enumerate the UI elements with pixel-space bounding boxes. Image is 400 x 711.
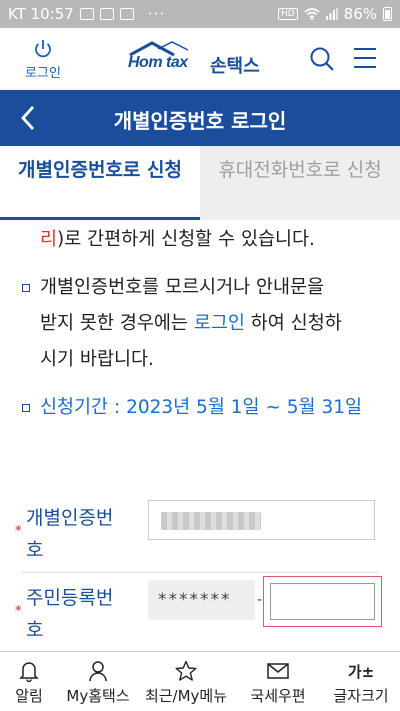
bottom-navigation: 알림 My홈택스 최근/My메뉴 국세우편 가± 글자크기 bbox=[0, 651, 400, 711]
font-size-icon: 가± bbox=[347, 662, 375, 681]
bullet-square-icon bbox=[22, 404, 30, 412]
individual-number-label: 개별인증번 호 bbox=[26, 502, 113, 566]
power-icon bbox=[35, 40, 51, 58]
battery-icon bbox=[383, 7, 392, 21]
notice-line-3: 받지 못한 경우에는 로그인 하여 신청하 bbox=[40, 304, 342, 344]
notice-line-1: 리)로 간편하게 신청할 수 있습니다. bbox=[40, 220, 315, 260]
divider bbox=[22, 572, 378, 573]
chat-notification-icon bbox=[79, 8, 94, 20]
notice-line-3-a: 받지 못한 경우에는 bbox=[40, 313, 194, 334]
star-icon bbox=[175, 660, 197, 681]
bell-icon bbox=[19, 662, 39, 682]
application-period: 신청기간 : 2023년 5월 1일 ~ 5월 31일 bbox=[40, 397, 363, 418]
individual-number-input[interactable] bbox=[148, 500, 375, 540]
app-header: 로그인 Hom tax 손택스 bbox=[0, 28, 400, 90]
tab-bar: 개별인증번호로 신청 휴대전화번호로 신청 bbox=[0, 146, 400, 220]
nav-my-hometax-label: My홈택스 bbox=[66, 687, 130, 705]
individual-number-label-line2: 호 bbox=[26, 539, 44, 561]
resident-number-back-field[interactable] bbox=[270, 583, 375, 620]
tab-individual-auth-number[interactable]: 개별인증번호로 신청 bbox=[0, 146, 200, 220]
tab-mobile-number[interactable]: 휴대전화번호로 신청 bbox=[200, 146, 400, 220]
logo-brand: Hom tax bbox=[128, 54, 188, 71]
bullet-square-icon bbox=[22, 284, 30, 292]
more-notifications-icon: ··· bbox=[147, 5, 166, 23]
notice-line-1-text: )로 간편하게 신청할 수 있습니다. bbox=[57, 229, 315, 250]
hamburger-menu-icon[interactable] bbox=[352, 46, 378, 70]
signal-icon bbox=[325, 8, 338, 20]
battery-percent: 86% bbox=[343, 5, 377, 23]
page-title: 개별인증번호 로그인 bbox=[113, 109, 287, 133]
hometax-logo[interactable]: Hom tax 손택스 bbox=[126, 40, 278, 77]
individual-number-label-line1: 개별인증번 bbox=[26, 507, 114, 529]
login-label: 로그인 bbox=[25, 66, 61, 81]
nav-font-size[interactable]: 가± 글자크기 bbox=[322, 652, 400, 711]
nav-my-hometax[interactable]: My홈택스 bbox=[58, 652, 138, 711]
hd-icon: HD bbox=[277, 8, 298, 20]
carrier-time: KT 10:57 bbox=[8, 5, 74, 23]
status-bar: KT 10:57 ··· HD 86% bbox=[0, 0, 400, 28]
search-icon[interactable] bbox=[309, 46, 335, 72]
resident-number-label-line1: 주민등록번 bbox=[26, 587, 114, 609]
required-mark: * bbox=[15, 524, 22, 539]
notice-red-fragment: 리 bbox=[40, 229, 58, 250]
logo-brand-kr: 손택스 bbox=[210, 56, 260, 77]
nav-recent-my-menu-label: 최근/My메뉴 bbox=[144, 687, 228, 705]
nav-notifications[interactable]: 알림 bbox=[0, 652, 58, 711]
wifi-icon bbox=[304, 8, 320, 20]
resident-number-label-line2: 호 bbox=[26, 619, 44, 641]
blurred-value bbox=[161, 512, 261, 530]
image-notification-icon bbox=[99, 8, 114, 20]
nav-recent-my-menu[interactable]: 최근/My메뉴 bbox=[138, 652, 234, 711]
nav-font-size-label: 글자크기 bbox=[333, 687, 389, 705]
required-mark: * bbox=[15, 604, 22, 619]
resident-number-dash: - bbox=[257, 592, 263, 608]
resident-number-label: 주민등록번 호 bbox=[26, 582, 113, 646]
login-link[interactable]: 로그인 bbox=[194, 313, 245, 334]
notice-line-4: 시기 바랍니다. bbox=[40, 349, 154, 370]
nav-tax-mail-label: 국세우편 bbox=[250, 687, 306, 705]
notice-line-3-b: 하여 신청하 bbox=[244, 313, 342, 334]
mail-icon bbox=[267, 663, 289, 679]
nav-notifications-label: 알림 bbox=[15, 687, 43, 705]
person-icon bbox=[89, 661, 107, 682]
login-button[interactable]: 로그인 bbox=[18, 38, 68, 81]
resident-number-front-field: ******* bbox=[148, 580, 255, 620]
title-bar: 개별인증번호 로그인 bbox=[0, 90, 400, 146]
resident-number-back-input[interactable] bbox=[263, 576, 382, 627]
nav-tax-mail[interactable]: 국세우편 bbox=[234, 652, 322, 711]
notice-line-2: 개별인증번호를 모르시거나 안내문을 bbox=[40, 277, 325, 298]
message-notification-icon bbox=[119, 8, 134, 20]
